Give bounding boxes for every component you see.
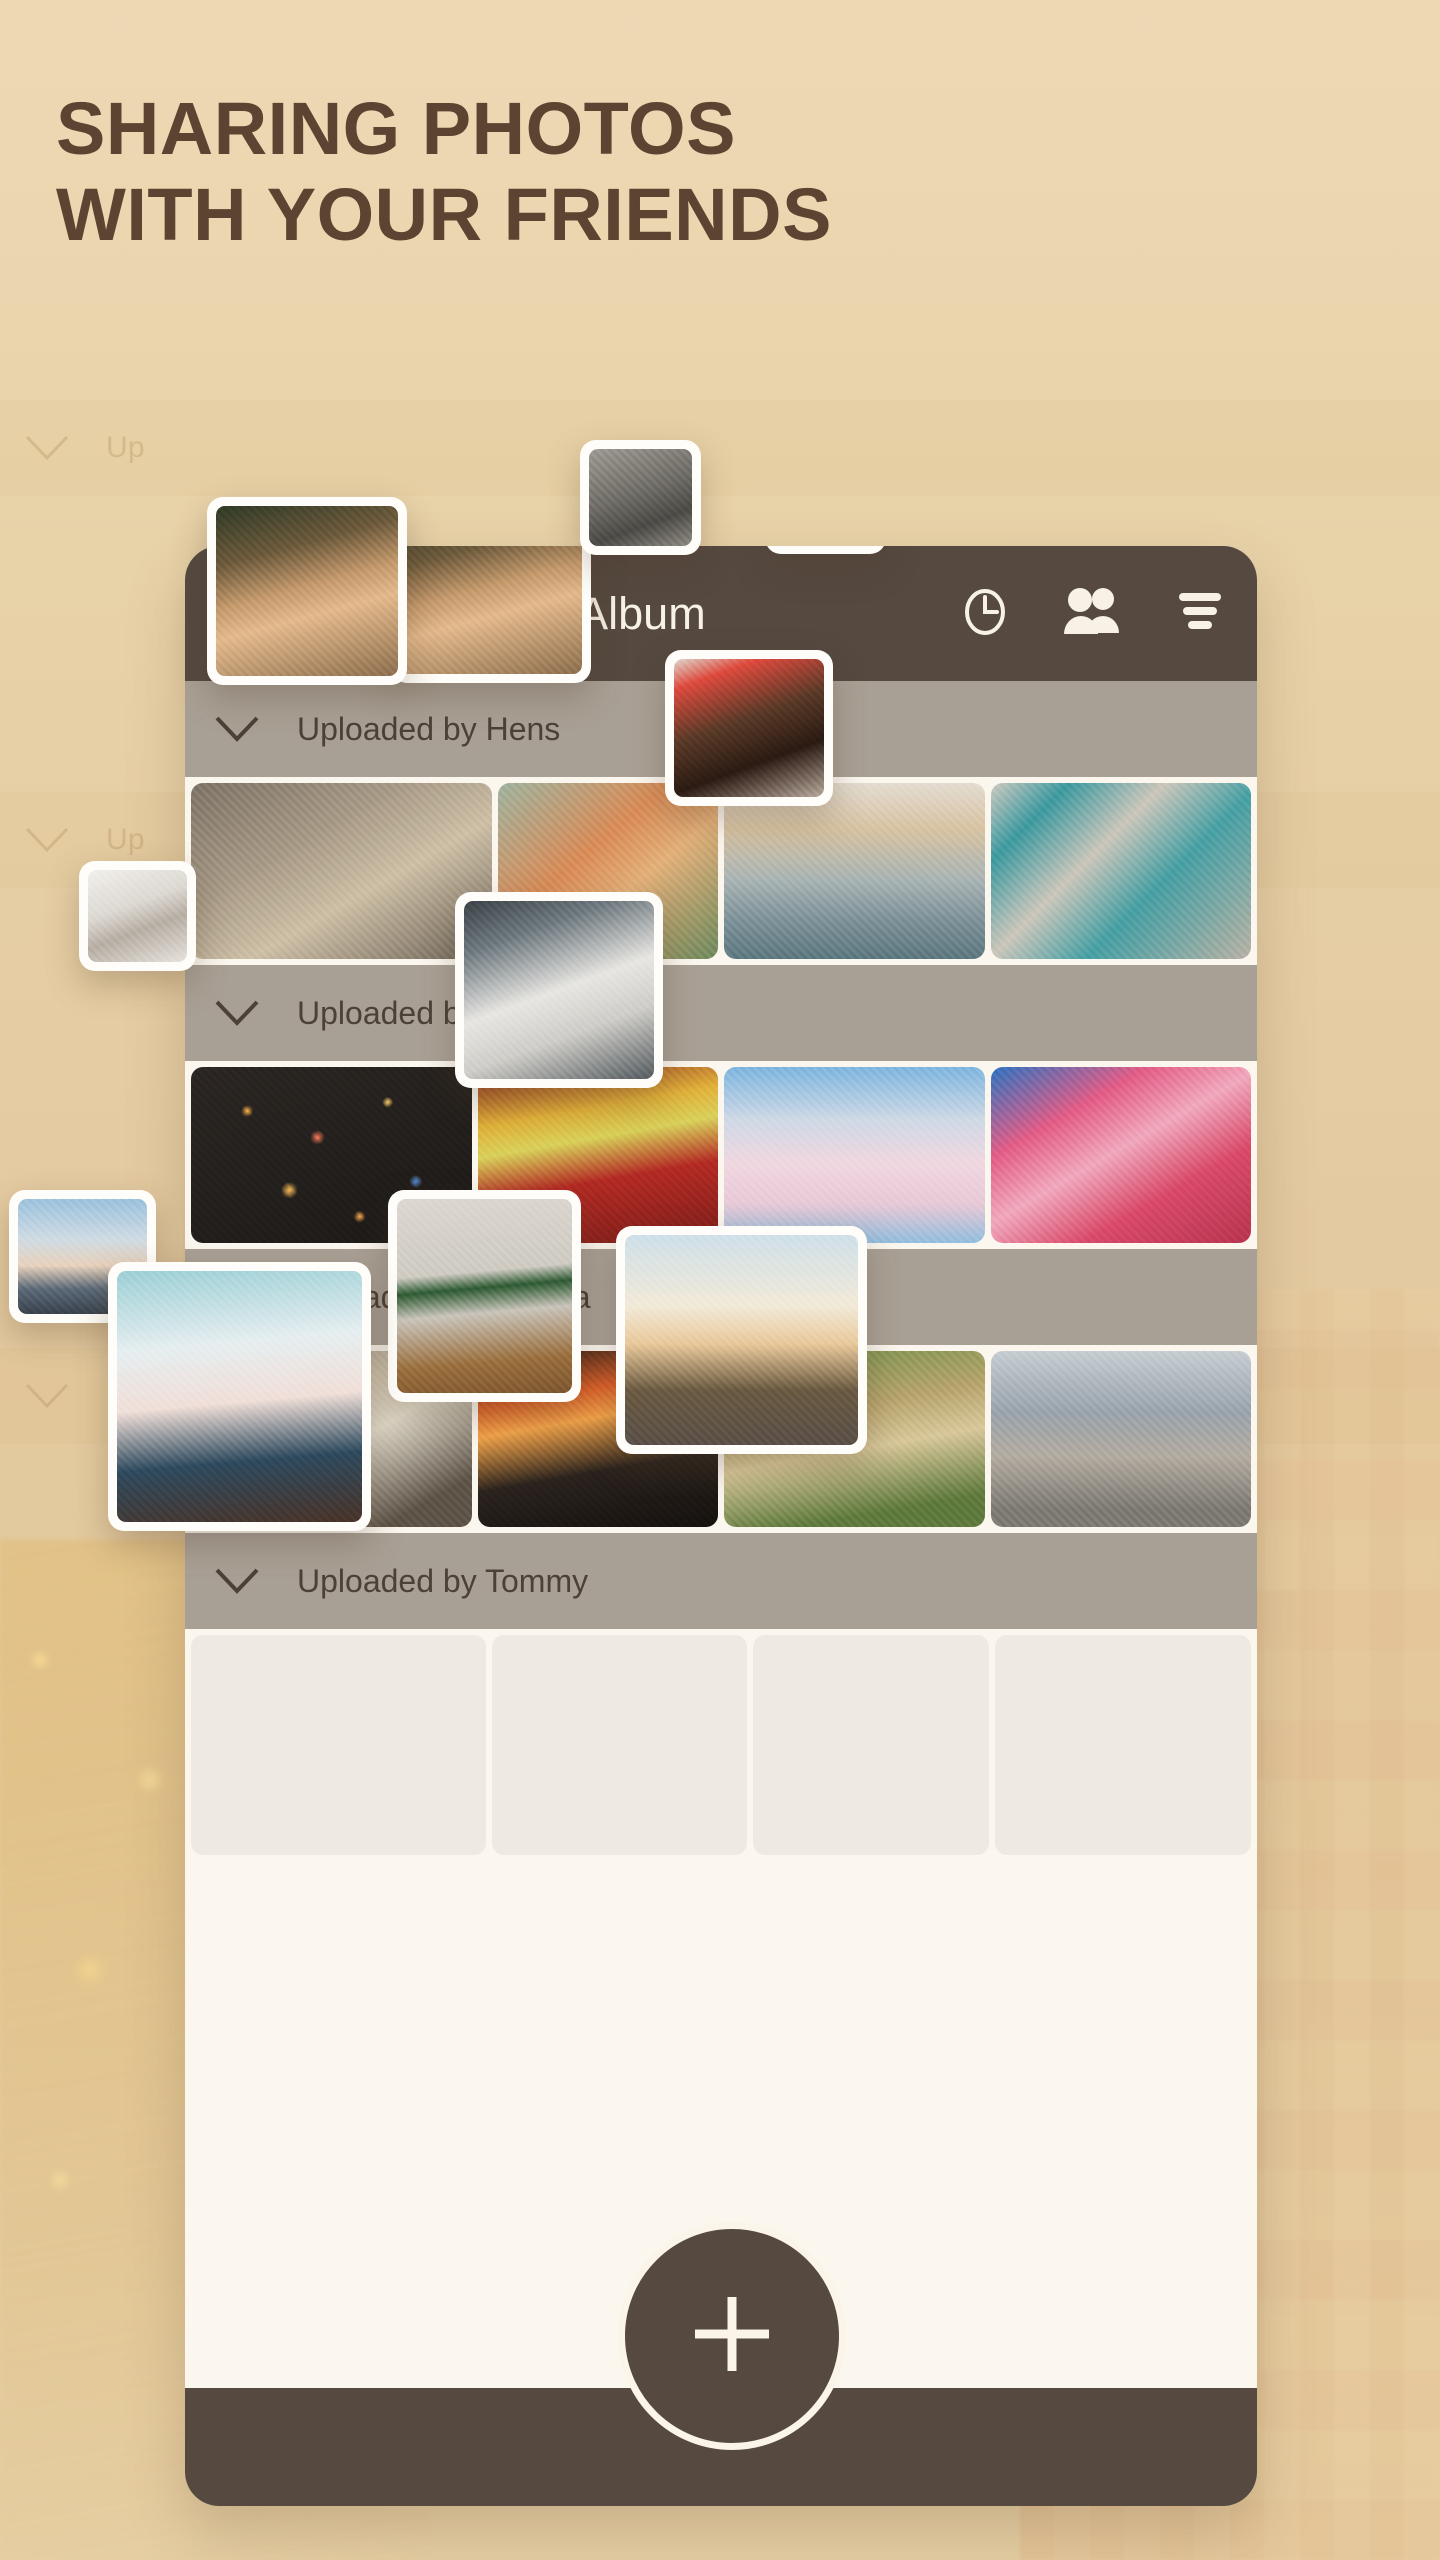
float-photo-toddler[interactable] bbox=[580, 440, 701, 555]
photo-alley[interactable] bbox=[990, 1351, 1251, 1527]
float-photo-cat[interactable] bbox=[455, 892, 663, 1088]
photo-placeholder[interactable] bbox=[191, 1635, 486, 1855]
photo-food-bowl[interactable] bbox=[191, 783, 492, 959]
hamburger-icon bbox=[1177, 590, 1223, 637]
section-label: Uploaded by Hens bbox=[297, 710, 561, 747]
photo-sakura[interactable] bbox=[724, 1067, 985, 1243]
recent-activity-button[interactable] bbox=[959, 585, 1011, 642]
photo-balcony[interactable] bbox=[990, 783, 1251, 959]
chevron-down-icon bbox=[213, 714, 261, 744]
menu-button[interactable] bbox=[1177, 590, 1223, 637]
float-photo-legs[interactable] bbox=[108, 1262, 371, 1531]
people-icon bbox=[1063, 586, 1125, 641]
page-title-line-2: WITH YOUR FRIENDS bbox=[56, 172, 832, 256]
page-title: SHARING PHOTOS WITH YOUR FRIENDS bbox=[56, 86, 1156, 258]
float-photo-plants[interactable] bbox=[388, 1190, 581, 1402]
photo-placeholder[interactable] bbox=[491, 1635, 748, 1855]
members-button[interactable] bbox=[1063, 586, 1125, 641]
photo-grid-clara bbox=[185, 1061, 1257, 1249]
page-title-line-1: SHARING PHOTOS bbox=[56, 87, 736, 170]
float-photo-laptop[interactable] bbox=[79, 861, 196, 971]
section-label: Uploaded by Tommy bbox=[297, 1562, 589, 1599]
float-photo-sisters[interactable] bbox=[391, 546, 591, 683]
float-photo-sisters[interactable] bbox=[207, 497, 407, 685]
photo-placeholder[interactable] bbox=[995, 1635, 1251, 1855]
float-photo-toddler[interactable] bbox=[765, 546, 886, 554]
photo-grid-tommy bbox=[185, 1629, 1257, 1861]
chevron-down-icon bbox=[213, 998, 261, 1028]
photo-venice[interactable] bbox=[724, 783, 985, 959]
float-photo-sunset[interactable] bbox=[616, 1226, 867, 1454]
sidebar-item-uploaded-by-clara[interactable]: Uploaded by Clara bbox=[185, 965, 1257, 1061]
add-photo-fab[interactable] bbox=[618, 2222, 846, 2450]
photo-neon-street[interactable] bbox=[990, 1067, 1251, 1243]
clock-icon bbox=[959, 585, 1011, 642]
plus-icon bbox=[677, 2279, 787, 2394]
chevron-down-icon bbox=[213, 1566, 261, 1596]
photo-placeholder[interactable] bbox=[753, 1635, 990, 1855]
float-photo-cake[interactable] bbox=[665, 650, 833, 806]
sidebar-item-uploaded-by-tommy[interactable]: Uploaded by Tommy bbox=[185, 1533, 1257, 1629]
